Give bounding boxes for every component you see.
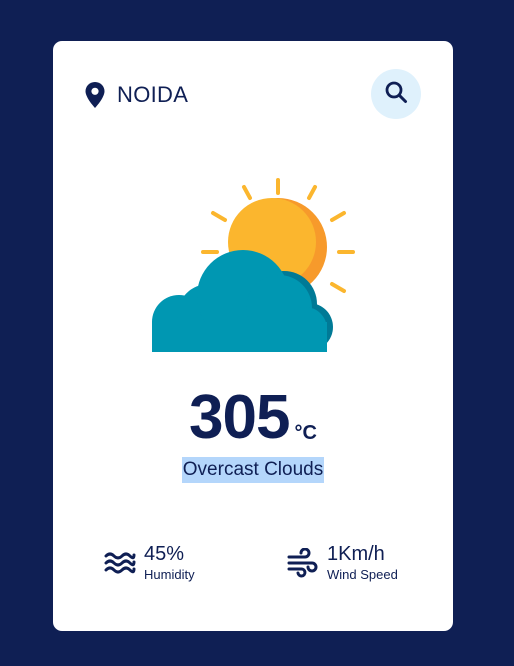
wind-value: 1Km/h	[327, 543, 385, 565]
condition-text: Overcast Clouds	[181, 457, 325, 483]
humidity-label: Humidity	[144, 567, 195, 582]
waves-icon	[104, 548, 136, 578]
humidity-value: 45%	[144, 543, 185, 565]
humidity-stat: 45% Humidity	[104, 543, 195, 583]
weather-card: NOIDA 305 °C Overcast Clouds 45% Humidit…	[53, 41, 453, 631]
temperature-unit: °C	[294, 422, 317, 444]
wind-stat: 1Km/h Wind Speed	[287, 543, 398, 583]
city-name: NOIDA	[117, 82, 189, 107]
wind-label: Wind Speed	[327, 567, 398, 582]
search-icon	[384, 80, 408, 109]
weather-condition: Overcast Clouds	[53, 457, 453, 483]
location-header: NOIDA	[83, 81, 188, 109]
temperature-display: 305 °C	[53, 387, 453, 449]
sun-behind-cloud-icon	[151, 176, 355, 352]
temperature-value: 305	[189, 383, 290, 452]
wind-icon	[287, 547, 319, 578]
map-pin-icon	[83, 81, 107, 109]
search-button[interactable]	[371, 69, 421, 119]
